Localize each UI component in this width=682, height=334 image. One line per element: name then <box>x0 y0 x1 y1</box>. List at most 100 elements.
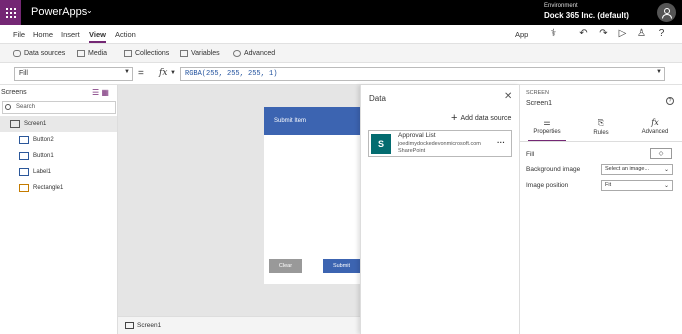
environment-label: Environment <box>544 3 578 9</box>
variables-label: Variables <box>191 50 220 57</box>
help-icon[interactable]: ? <box>655 27 668 40</box>
play-icon[interactable]: ▷ <box>616 27 629 40</box>
tree-item-rectangle1[interactable]: Rectangle1 <box>0 180 117 196</box>
control-type-label: SCREEN <box>526 90 549 96</box>
status-bar: Screen1 <box>118 316 360 334</box>
data-sources-button[interactable]: Data sources <box>13 50 65 57</box>
paint-bucket-icon: ◇ <box>658 151 664 157</box>
chevron-down-icon[interactable]: ⌄ <box>86 6 93 15</box>
collections-label: Collections <box>135 50 170 57</box>
app-launcher-icon[interactable] <box>0 0 21 25</box>
divider <box>520 141 682 142</box>
clear-button[interactable]: Clear <box>269 259 302 273</box>
fx-icon[interactable]: fx <box>159 68 167 78</box>
menu-home[interactable]: Home <box>33 30 53 39</box>
menu-action[interactable]: Action <box>115 30 136 39</box>
tree-item-button2[interactable]: Button2 <box>0 132 117 148</box>
background-image-value: Select an image... <box>605 166 650 172</box>
view-toggle-icons[interactable]: ☰ ▦ <box>92 88 109 97</box>
share-user-icon[interactable]: ♙ <box>635 27 648 40</box>
data-panel: Data ✕ + Add data source S Approval List … <box>360 85 520 334</box>
chevron-down-icon[interactable]: ▼ <box>170 70 176 76</box>
image-position-value: Fit <box>605 182 612 188</box>
label-icon <box>19 168 29 176</box>
tab-properties[interactable]: ⚌ Properties <box>520 118 574 142</box>
tab-label: Advanced <box>641 129 669 135</box>
data-sources-label: Data sources <box>24 50 66 57</box>
background-image-dropdown[interactable]: Select an image... ⌄ <box>601 164 673 175</box>
expand-formula-icon[interactable]: ▼ <box>656 69 662 75</box>
redo-icon[interactable]: ↷ <box>597 27 610 40</box>
user-icon <box>661 7 672 19</box>
submit-button[interactable]: Submit <box>323 259 360 273</box>
app-checker-icon[interactable]: ⚕ <box>547 27 560 40</box>
variables-button[interactable]: Variables <box>180 50 220 57</box>
search-icon <box>5 104 11 110</box>
close-icon[interactable]: ✕ <box>504 91 512 102</box>
button-icon <box>19 152 29 160</box>
add-data-source-button[interactable]: + Add data source <box>451 112 512 124</box>
screens-panel-title: Screens <box>1 89 27 96</box>
media-label: Media <box>88 50 108 57</box>
advanced-button[interactable]: Advanced <box>233 50 275 57</box>
property-dropdown[interactable]: Fill <box>14 67 133 81</box>
current-screen-label[interactable]: Screen1 <box>137 322 161 329</box>
formula-input[interactable]: RGBA(255, 255, 255, 1) <box>180 67 665 81</box>
tree-item-label1[interactable]: Label1 <box>0 164 117 180</box>
search-input[interactable]: Search <box>2 101 116 114</box>
plus-icon: + <box>451 112 458 124</box>
tab-rules[interactable]: ⎘ Rules <box>574 118 628 140</box>
environment-name[interactable]: Dock 365 Inc. (default) <box>544 11 629 20</box>
variables-icon <box>180 50 188 57</box>
chevron-down-icon: ⌄ <box>663 183 669 189</box>
control-name[interactable]: Screen1 <box>526 100 552 107</box>
screen-icon <box>10 120 20 128</box>
app-settings-button[interactable]: App <box>515 30 528 39</box>
shape-icon <box>19 184 29 192</box>
tree-item-label: Label1 <box>33 169 52 175</box>
data-source-url: joedimydockedevonmicrosoft.com <box>398 141 481 147</box>
tab-label: Rules <box>593 130 609 136</box>
ribbon: Data sources Media Collections Variables… <box>0 43 682 63</box>
tree-item-label: Button2 <box>33 137 54 143</box>
image-position-label: Image position <box>526 182 569 189</box>
rules-icon: ⎘ <box>597 118 605 127</box>
fill-label: Fill <box>526 151 535 158</box>
collections-button[interactable]: Collections <box>124 50 169 57</box>
data-panel-title: Data <box>369 94 386 103</box>
tree-item-button1[interactable]: Button1 <box>0 148 117 164</box>
media-button[interactable]: Media <box>77 50 107 57</box>
sharepoint-icon: S <box>371 134 391 154</box>
help-icon[interactable]: ? <box>666 97 674 105</box>
tree-item-label: Button1 <box>33 153 54 159</box>
image-position-dropdown[interactable]: Fit ⌄ <box>601 180 673 191</box>
fill-color-picker[interactable]: ◇ <box>650 148 672 159</box>
tab-advanced[interactable]: fx Advanced <box>628 118 682 140</box>
menu-file[interactable]: File <box>13 30 25 39</box>
button-icon <box>19 136 29 144</box>
screens-panel: Screens ☰ ▦ Search Screen1 Button2 Butto… <box>0 85 118 334</box>
data-source-type: SharePoint <box>398 148 426 154</box>
tree-item-label: Rectangle1 <box>33 185 64 191</box>
tree-item-screen1[interactable]: Screen1 <box>0 116 117 132</box>
tree-item-label: Screen1 <box>24 121 47 127</box>
advanced-label: Advanced <box>244 50 276 57</box>
fx-icon: fx <box>651 118 659 127</box>
chevron-down-icon[interactable]: ▼ <box>124 69 130 75</box>
menu-insert[interactable]: Insert <box>61 30 80 39</box>
tab-label: Properties <box>533 129 561 135</box>
add-data-source-label: Add data source <box>460 114 512 122</box>
menu-view[interactable]: View <box>89 30 106 43</box>
screen-icon <box>125 322 134 329</box>
screen-header[interactable]: Submit Item <box>264 107 360 135</box>
more-options-icon[interactable]: ··· <box>497 138 505 147</box>
menu-bar: File Home Insert View Action App ⚕ ↶ ↷ ▷… <box>0 25 682 43</box>
avatar[interactable] <box>657 3 676 22</box>
app-title[interactable]: PowerApps <box>31 6 87 18</box>
properties-panel: SCREEN Screen1 ? ⚌ Properties ⎘ Rules fx Ad… <box>520 85 682 334</box>
background-image-label: Background image <box>526 166 581 173</box>
undo-icon[interactable]: ↶ <box>577 27 590 40</box>
gear-icon <box>233 50 241 57</box>
data-source-card[interactable]: S Approval List joedimydockedevonmicroso… <box>368 130 512 157</box>
chevron-down-icon: ⌄ <box>663 167 669 173</box>
